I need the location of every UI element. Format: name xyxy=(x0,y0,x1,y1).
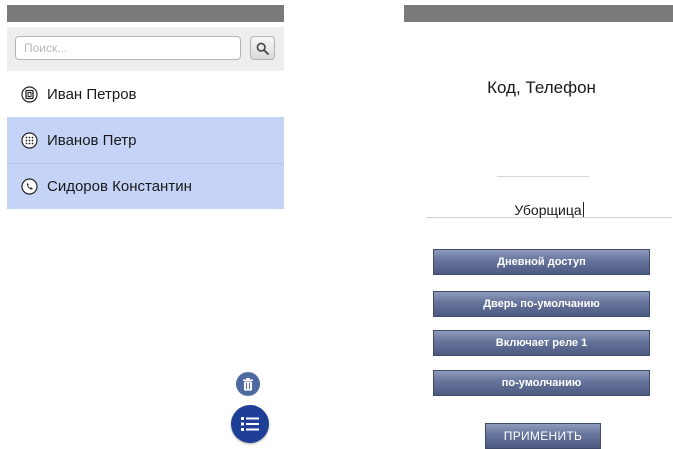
delete-button[interactable] xyxy=(236,372,260,396)
list-icon xyxy=(241,417,259,431)
list-item[interactable]: Иванов Петр xyxy=(7,117,284,163)
trash-icon xyxy=(243,377,253,391)
list-menu-button[interactable] xyxy=(231,405,269,443)
role-value: Уборщица xyxy=(514,202,582,218)
status-bar xyxy=(404,5,673,22)
role-field[interactable]: Уборщица xyxy=(426,195,672,218)
divider xyxy=(497,176,589,177)
search-icon xyxy=(256,42,269,55)
search-input[interactable] xyxy=(15,36,241,60)
text-cursor xyxy=(582,202,584,217)
phone-icon xyxy=(20,178,38,196)
details-pane: Код, Телефон Уборщица Дневной доступ Две… xyxy=(404,5,673,449)
contact-name: Иван Петров xyxy=(47,85,137,103)
day-access-button[interactable]: Дневной доступ xyxy=(433,249,650,275)
search-bar xyxy=(7,27,284,71)
contact-name: Сидоров Константин xyxy=(47,178,192,195)
default-door-button[interactable]: Дверь по-умолчанию xyxy=(433,291,650,317)
search-button[interactable] xyxy=(250,36,275,60)
list-item[interactable]: Иван Петров xyxy=(7,71,284,117)
contact-name: Иванов Петр xyxy=(47,131,137,149)
status-bar xyxy=(7,5,284,22)
contact-list: Иван Петров Иванов Петр Сидоров Констант… xyxy=(7,71,284,209)
default-button[interactable]: по-умолчанию xyxy=(433,370,650,396)
page-title: Код, Телефон xyxy=(487,78,596,97)
relay-button[interactable]: Включает реле 1 xyxy=(433,330,650,356)
keypad-icon xyxy=(20,131,38,149)
contacts-pane: Иван Петров Иванов Петр xyxy=(7,5,284,449)
card-reader-icon xyxy=(20,85,38,103)
list-item[interactable]: Сидоров Константин xyxy=(7,163,284,209)
apply-button[interactable]: ПРИМЕНИТЬ xyxy=(485,423,601,449)
